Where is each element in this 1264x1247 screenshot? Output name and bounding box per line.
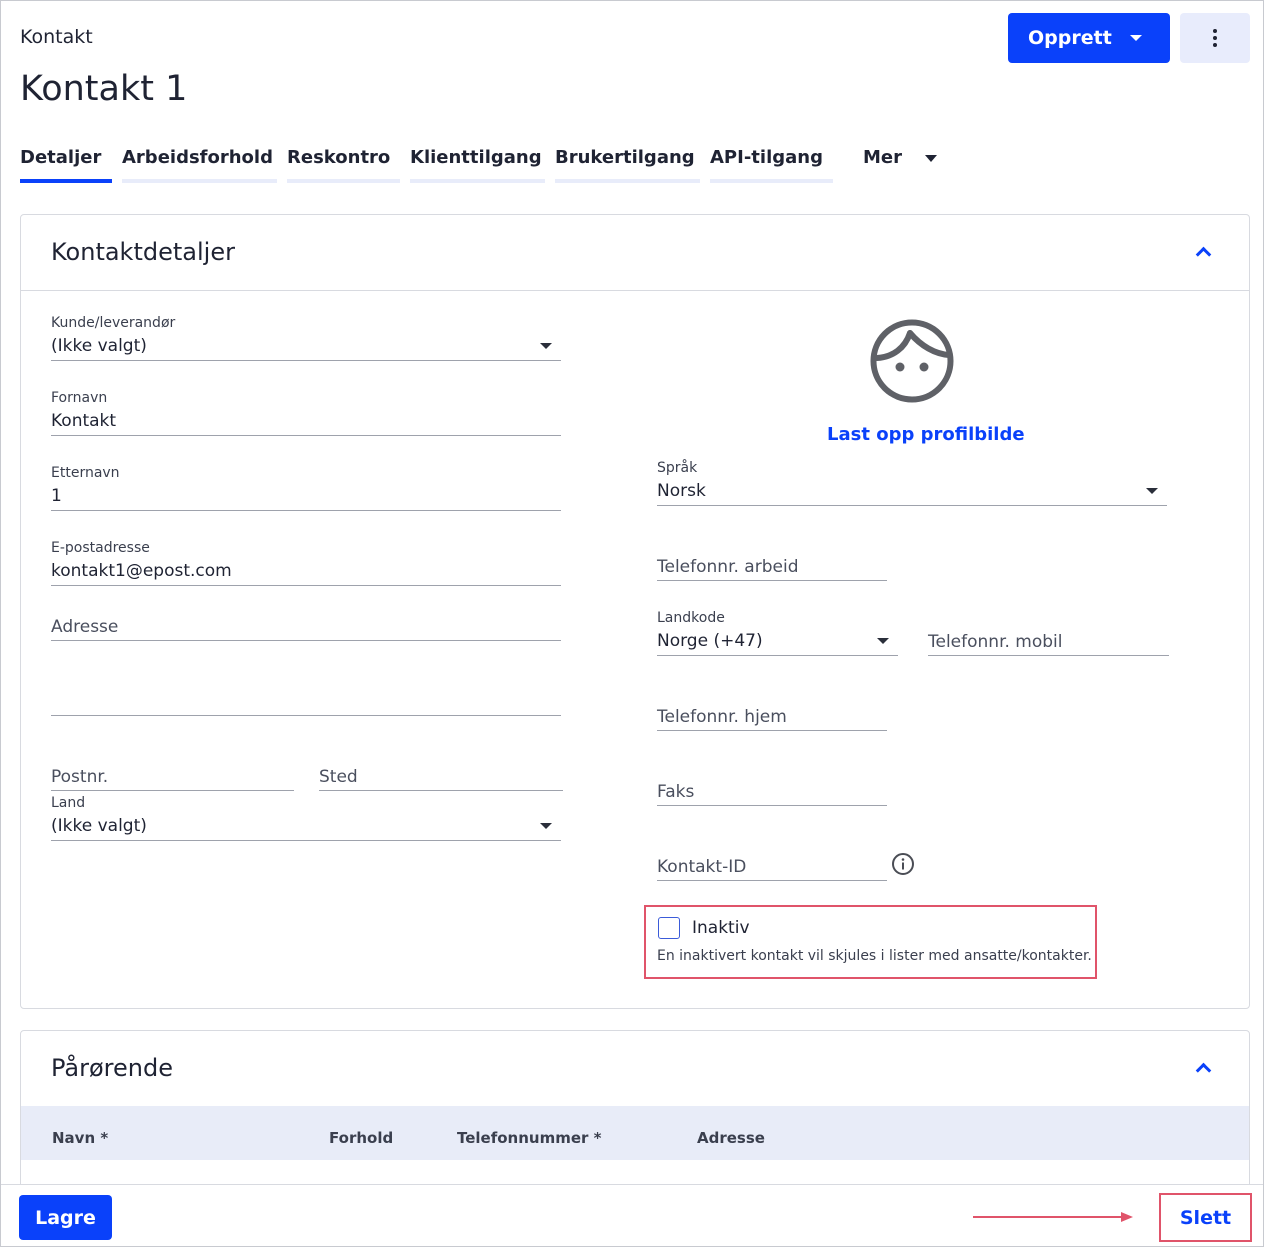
field-underline xyxy=(657,505,1167,506)
country-select[interactable]: (Ikke valgt) xyxy=(51,816,147,836)
phone-work-field[interactable]: Telefonnr. arbeid xyxy=(657,557,798,577)
tab-klienttilgang[interactable]: Klienttilgang xyxy=(410,147,542,168)
tab-reskontro-indicator xyxy=(287,179,400,183)
field-underline xyxy=(51,640,561,641)
language-label: Språk xyxy=(657,460,698,476)
field-underline xyxy=(928,655,1169,656)
tab-arbeidsforhold-indicator xyxy=(122,179,277,183)
tab-detaljer-indicator xyxy=(20,179,112,183)
email-label: E-postadresse xyxy=(51,540,150,556)
column-header-name[interactable]: Navn * xyxy=(52,1129,108,1147)
tab-arbeidsforhold[interactable]: Arbeidsforhold xyxy=(122,147,273,168)
tab-detaljer[interactable]: Detaljer xyxy=(20,147,101,168)
tab-reskontro[interactable]: Reskontro xyxy=(287,147,390,168)
fax-field[interactable]: Faks xyxy=(657,782,694,802)
inactive-help-text: En inaktivert kontakt vil skjules i list… xyxy=(657,948,1092,964)
country-label: Land xyxy=(51,795,86,811)
arrow-right-annotation-icon xyxy=(971,1209,1136,1225)
dropdown-caret-icon[interactable] xyxy=(540,823,552,829)
column-header-relation[interactable]: Forhold xyxy=(329,1129,393,1147)
inactive-label[interactable]: Inaktiv xyxy=(692,918,750,938)
address-field[interactable]: Adresse xyxy=(51,617,118,637)
save-button[interactable]: Lagre xyxy=(19,1195,112,1240)
tab-brukertilgang[interactable]: Brukertilgang xyxy=(555,147,695,168)
field-underline xyxy=(51,435,561,436)
inactive-checkbox[interactable] xyxy=(658,917,680,939)
create-button-label: Opprett xyxy=(1028,27,1112,49)
country-code-select[interactable]: Norge (+47) xyxy=(657,631,763,651)
profile-avatar-icon xyxy=(869,318,955,404)
chevron-down-icon[interactable] xyxy=(925,155,937,162)
field-underline xyxy=(51,585,561,586)
contact-details-card xyxy=(20,214,1250,1009)
city-field[interactable]: Sted xyxy=(319,767,358,787)
field-underline xyxy=(51,790,294,791)
delete-button[interactable]: Slett xyxy=(1159,1193,1252,1242)
first-name-field[interactable]: Kontakt xyxy=(51,411,116,431)
info-icon[interactable] xyxy=(891,852,915,876)
phone-home-field[interactable]: Telefonnr. hjem xyxy=(657,707,787,727)
tab-mer[interactable]: Mer xyxy=(863,147,902,168)
column-header-phone[interactable]: Telefonnummer * xyxy=(457,1129,602,1147)
breadcrumb[interactable]: Kontakt xyxy=(20,26,93,48)
last-name-label: Etternavn xyxy=(51,465,120,481)
field-underline xyxy=(657,580,887,581)
field-underline xyxy=(51,360,561,361)
address-line-2-field[interactable] xyxy=(51,715,561,716)
card-divider xyxy=(21,290,1249,291)
language-select[interactable]: Norsk xyxy=(657,481,706,501)
postal-code-field[interactable]: Postnr. xyxy=(51,767,108,787)
field-underline xyxy=(657,730,887,731)
chevron-down-icon xyxy=(1130,35,1142,41)
field-underline xyxy=(657,655,898,656)
dropdown-caret-icon[interactable] xyxy=(540,343,552,349)
more-options-button[interactable] xyxy=(1180,13,1250,63)
tab-brukertilgang-indicator xyxy=(555,179,700,183)
contact-id-field[interactable]: Kontakt-ID xyxy=(657,857,746,877)
phone-mobile-field[interactable]: Telefonnr. mobil xyxy=(928,632,1063,652)
country-code-label: Landkode xyxy=(657,610,725,626)
page-title: Kontakt 1 xyxy=(20,69,188,109)
field-underline xyxy=(657,805,887,806)
first-name-label: Fornavn xyxy=(51,390,108,406)
customer-supplier-select[interactable]: (Ikke valgt) xyxy=(51,336,147,356)
contact-details-title: Kontaktdetaljer xyxy=(51,238,235,266)
last-name-field[interactable]: 1 xyxy=(51,486,62,506)
field-underline xyxy=(319,790,563,791)
field-underline xyxy=(51,840,561,841)
create-button[interactable]: Opprett xyxy=(1008,13,1170,63)
dropdown-caret-icon[interactable] xyxy=(877,638,889,644)
email-field[interactable]: kontakt1@epost.com xyxy=(51,561,232,581)
dropdown-caret-icon[interactable] xyxy=(1146,488,1158,494)
customer-supplier-label: Kunde/leverandør xyxy=(51,315,176,331)
column-header-address[interactable]: Adresse xyxy=(697,1129,765,1147)
field-underline xyxy=(51,510,561,511)
tab-api-tilgang[interactable]: API-tilgang xyxy=(710,147,823,168)
relatives-table-header xyxy=(21,1106,1249,1160)
tab-api-tilgang-indicator xyxy=(710,179,833,183)
tab-klienttilgang-indicator xyxy=(410,179,545,183)
inactive-highlight-box xyxy=(644,905,1097,979)
relatives-title: Pårørende xyxy=(51,1054,173,1082)
upload-profile-picture-link[interactable]: Last opp profilbilde xyxy=(827,424,1025,445)
field-underline xyxy=(657,880,887,881)
